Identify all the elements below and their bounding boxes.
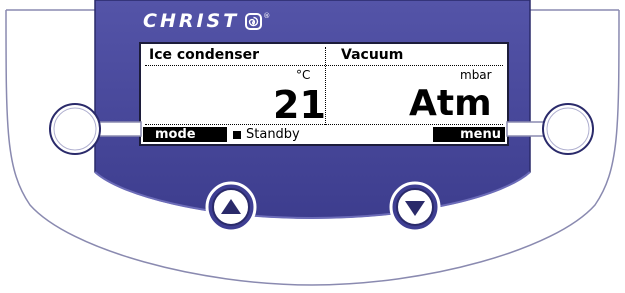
left-round-button[interactable] [49, 103, 101, 155]
down-button[interactable] [389, 181, 441, 233]
hardware-buttons [49, 103, 594, 233]
controller-panel: CHRIST ® Ice condenser Vacuum °C 21 mbar… [0, 0, 625, 293]
up-button[interactable] [205, 181, 257, 233]
right-round-button[interactable] [542, 103, 594, 155]
